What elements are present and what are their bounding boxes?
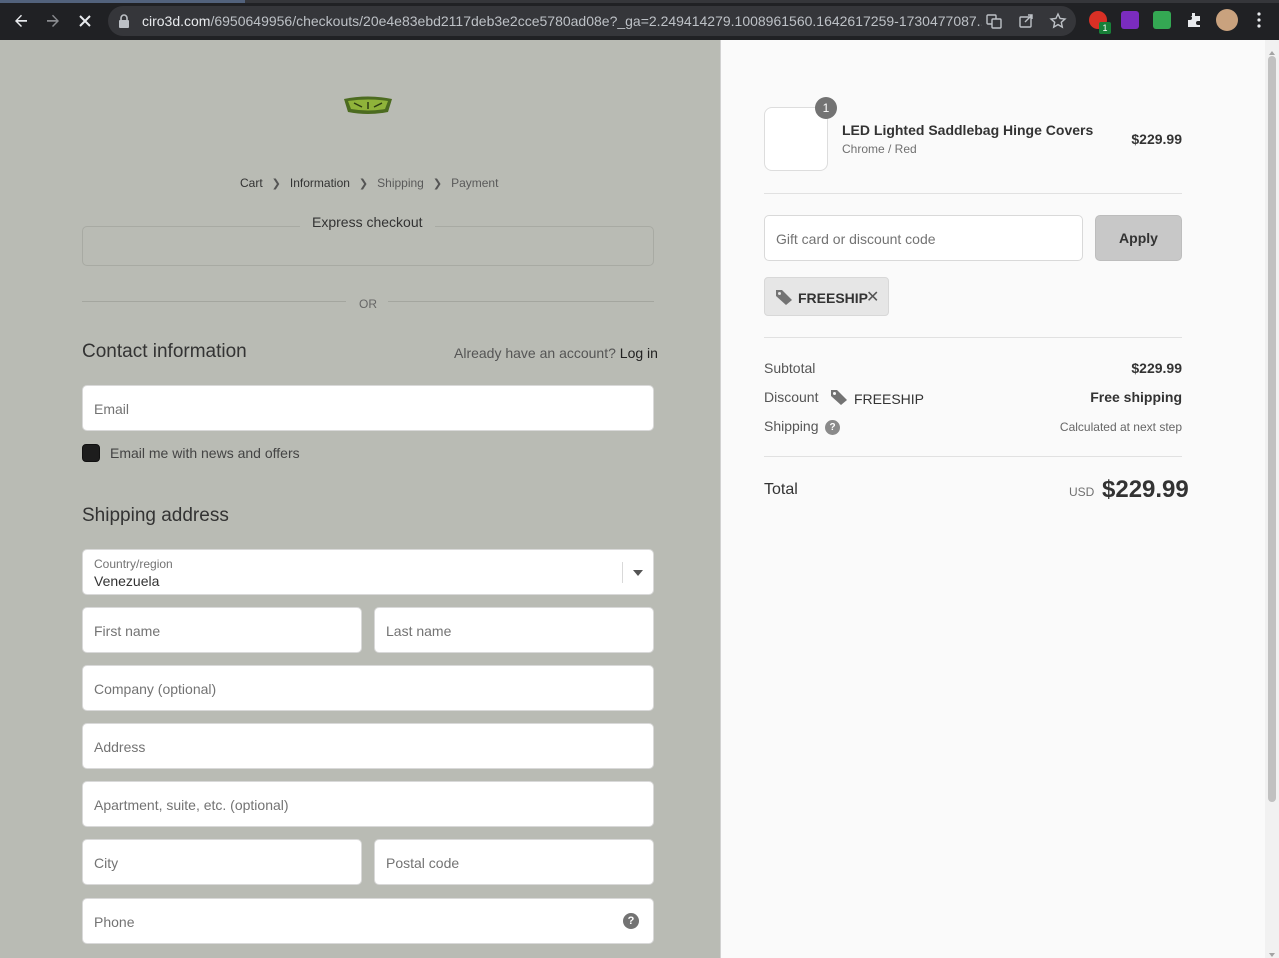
postal-code-placeholder: Postal code (386, 855, 460, 871)
forward-icon[interactable] (40, 8, 66, 34)
quantity-badge: 1 (815, 97, 837, 119)
applied-discount-tag: FREESHIP ✕ (764, 277, 889, 316)
product-variant: Chrome / Red (842, 142, 917, 156)
shipping-help-icon[interactable]: ? (825, 420, 840, 435)
discount-code-text: FREESHIP (854, 390, 925, 407)
express-checkout-box[interactable] (82, 226, 654, 266)
apartment-field[interactable]: Apartment, suite, etc. (optional) (82, 781, 654, 827)
discount-value: Free shipping (1090, 389, 1182, 405)
bookmark-star-icon[interactable] (1049, 12, 1067, 30)
discount-tag-label: FREESHIP (798, 290, 869, 306)
first-name-field[interactable]: First name (82, 607, 362, 653)
scroll-down-icon[interactable] (1268, 946, 1276, 957)
newsletter-label: Email me with news and offers (110, 445, 300, 461)
account-prompt: Already have an account? Log in (454, 345, 658, 361)
breadcrumb-shipping: Shipping (377, 176, 424, 190)
menu-icon[interactable] (1252, 11, 1270, 29)
extension-purple-icon[interactable] (1121, 11, 1139, 29)
last-name-placeholder: Last name (386, 623, 452, 639)
country-label: Country/region (94, 557, 173, 571)
summary-divider (764, 193, 1182, 194)
share-icon[interactable] (1017, 12, 1035, 30)
address-bar[interactable]: ciro3d.com/6950649956/checkouts/20e4e83e… (108, 6, 1076, 36)
discount-label: Discount (764, 389, 819, 405)
chevron-right-icon: ❯ (432, 177, 443, 190)
breadcrumb-cart[interactable]: Cart (240, 176, 263, 190)
profile-avatar[interactable] (1216, 9, 1238, 31)
shipping-value: Calculated at next step (1059, 420, 1182, 434)
extension-badge: 1 (1099, 22, 1111, 34)
summary-divider (764, 456, 1182, 457)
translate-icon[interactable] (985, 12, 1003, 30)
total-label: Total (764, 481, 798, 498)
apply-button[interactable]: Apply (1095, 215, 1182, 261)
chevron-right-icon: ❯ (271, 177, 281, 190)
discount-code-placeholder: Gift card or discount code (776, 231, 936, 247)
or-divider-label: OR (359, 297, 377, 311)
tab-strip (0, 0, 1279, 3)
page-scrollbar[interactable] (1265, 40, 1279, 958)
back-icon[interactable] (8, 8, 34, 34)
tag-icon (830, 389, 848, 408)
summary-divider (764, 337, 1182, 338)
first-name-placeholder: First name (94, 623, 161, 639)
scrollbar-thumb[interactable] (1268, 56, 1276, 802)
country-select[interactable]: Country/region Venezuela (82, 549, 654, 595)
country-value: Venezuela (94, 573, 160, 589)
newsletter-checkbox[interactable] (82, 444, 100, 462)
breadcrumb-payment: Payment (451, 176, 499, 190)
login-link[interactable]: Log in (620, 345, 658, 361)
total-value: $229.99 (1102, 476, 1189, 503)
stop-loading-icon[interactable] (72, 8, 98, 34)
express-checkout-title: Express checkout (300, 214, 435, 230)
address-field[interactable]: Address (82, 723, 654, 769)
store-logo[interactable] (342, 96, 394, 116)
active-tab-indicator (0, 0, 245, 3)
phone-placeholder: Phone (94, 914, 135, 930)
discount-code-input[interactable]: Gift card or discount code (764, 215, 1083, 261)
extension-green-icon[interactable] (1153, 11, 1171, 29)
shipping-label: Shipping (764, 418, 819, 434)
url-text: ciro3d.com/6950649956/checkouts/20e4e83e… (142, 13, 982, 29)
company-placeholder: Company (optional) (94, 681, 217, 697)
account-prompt-text: Already have an account? (454, 345, 616, 361)
city-field[interactable]: City (82, 839, 362, 885)
discount-code: FREESHIP (830, 389, 924, 408)
browser-toolbar: ciro3d.com/6950649956/checkouts/20e4e83e… (0, 0, 1279, 40)
postal-code-field[interactable]: Postal code (374, 839, 654, 885)
total-currency: USD (1069, 485, 1095, 499)
breadcrumb: Cart ❯ Information ❯ Shipping ❯ Payment (240, 176, 498, 190)
divider-right (388, 301, 654, 302)
remove-discount-icon[interactable]: ✕ (866, 287, 879, 307)
apartment-placeholder: Apartment, suite, etc. (optional) (94, 797, 289, 813)
divider-left (82, 301, 346, 302)
phone-field[interactable]: Phone ? (82, 898, 654, 944)
chevron-right-icon: ❯ (358, 177, 369, 190)
email-placeholder: Email (94, 401, 130, 417)
help-icon[interactable]: ? (623, 913, 639, 929)
shipping-address-title: Shipping address (82, 505, 229, 526)
chevron-down-icon (633, 570, 643, 576)
subtotal-label: Subtotal (764, 360, 816, 376)
select-separator (622, 562, 623, 583)
scroll-up-icon[interactable] (1268, 44, 1276, 55)
email-field[interactable]: Email (82, 385, 654, 431)
tag-icon (775, 289, 793, 310)
city-placeholder: City (94, 855, 119, 871)
product-price: $229.99 (1131, 131, 1182, 147)
product-name: LED Lighted Saddlebag Hinge Covers (842, 122, 1094, 138)
extensions-puzzle-icon[interactable] (1185, 11, 1203, 29)
subtotal-value: $229.99 (1131, 360, 1182, 376)
lock-icon (117, 13, 131, 34)
breadcrumb-information: Information (289, 176, 350, 190)
contact-info-title: Contact information (82, 341, 247, 362)
address-placeholder: Address (94, 739, 146, 755)
company-field[interactable]: Company (optional) (82, 665, 654, 711)
last-name-field[interactable]: Last name (374, 607, 654, 653)
